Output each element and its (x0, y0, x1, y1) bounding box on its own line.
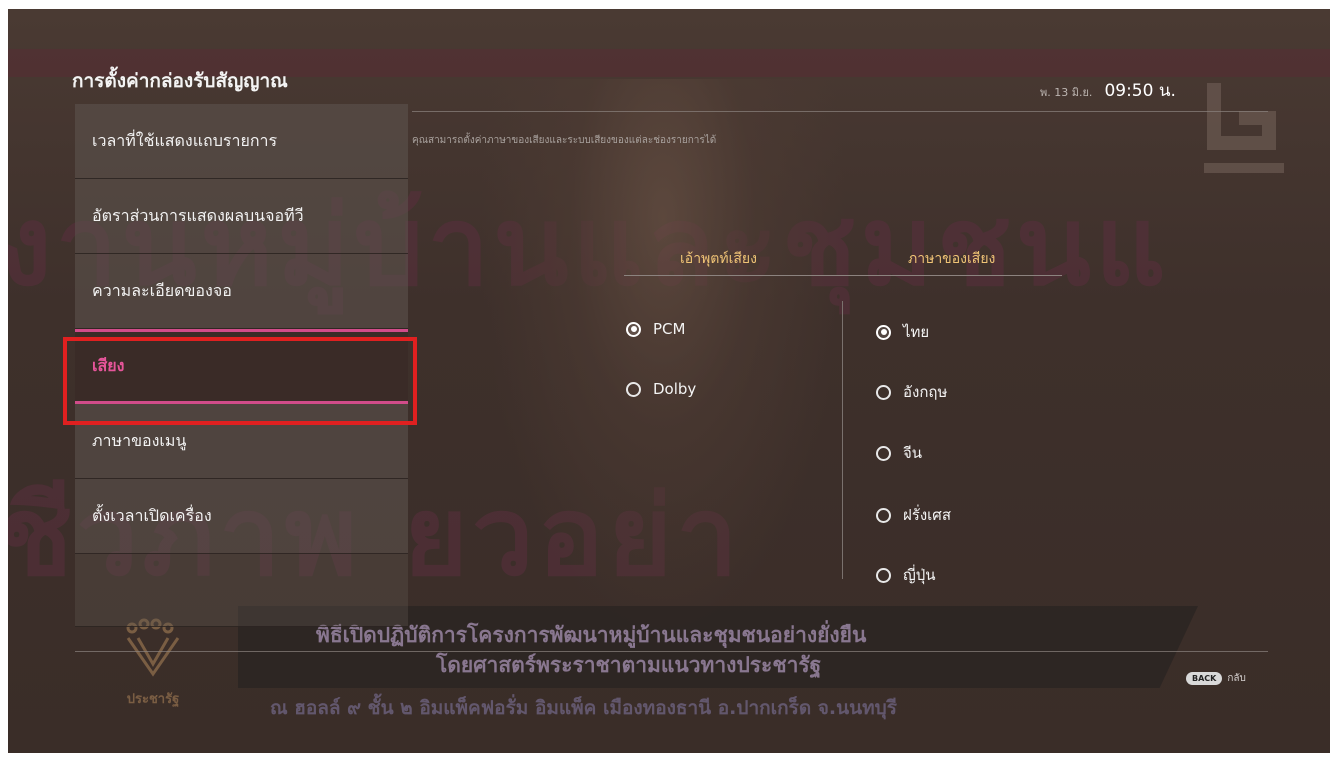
page-title: การตั้งค่ากล่องรับสัญญาณ (72, 70, 288, 92)
option-label: จีน (903, 444, 923, 462)
audio-output-option-dolby[interactable]: Dolby (626, 380, 696, 398)
menu-item-label: ตั้งเวลาเปิดเครื่อง (92, 505, 212, 525)
menu-item-audio[interactable]: เสียง (75, 329, 408, 404)
clock: พ. 13 มิ.ย. 09:50 น. (1040, 77, 1176, 104)
menu-item-power-on-timer[interactable]: ตั้งเวลาเปิดเครื่อง (75, 479, 408, 554)
menu-item-epg-time[interactable]: เวลาที่ใช้แสดงแถบรายการ (75, 104, 408, 179)
background-banner-line: โดยศาสตร์พระราชาตามแนวทางประชารัฐ (436, 653, 822, 677)
audio-language-option-thai[interactable]: ไทย (876, 320, 929, 344)
menu-item-empty (75, 554, 408, 627)
radio-unchecked-icon (876, 445, 891, 461)
settings-description: คุณสามารถตั้งค่าภาษาของเสียงและระบบเสียง… (412, 135, 717, 146)
radio-unchecked-icon (876, 384, 891, 400)
background-banner-line: ณ ฮอลล์ ๙ ชั้น ๒ อิมแพ็คฟอรั่ม อิมแพ็ค เ… (270, 697, 897, 719)
radio-checked-icon (626, 321, 641, 337)
audio-language-option-english[interactable]: อังกฤษ (876, 380, 947, 404)
clock-time: 09:50 น. (1104, 81, 1176, 101)
option-label: PCM (653, 320, 686, 338)
audio-output-header: เอ้าพุตท์เสียง (680, 251, 757, 267)
channel-logo-icon (1204, 83, 1284, 173)
menu-item-label: อัตราส่วนการแสดงผลบนจอทีวี (92, 205, 304, 225)
audio-language-option-chinese[interactable]: จีน (876, 441, 922, 465)
option-label: ฝรั่งเศส (903, 506, 951, 524)
menu-item-label: ภาษาของเมนู (92, 430, 187, 450)
option-label: Dolby (653, 380, 697, 398)
settings-menu: เวลาที่ใช้แสดงแถบรายการ อัตราส่วนการแสดง… (75, 104, 408, 627)
back-key-icon: BACK (1186, 672, 1223, 685)
menu-item-label: ความละเอียดของจอ (92, 280, 232, 300)
audio-language-option-japanese[interactable]: ญี่ปุ่น (876, 563, 936, 587)
menu-item-label: เวลาที่ใช้แสดงแถบรายการ (92, 130, 278, 150)
nbt-channel-logo (1174, 63, 1304, 183)
audio-output-option-pcm[interactable]: PCM (626, 320, 685, 338)
menu-item-aspect-ratio[interactable]: อัตราส่วนการแสดงผลบนจอทีวี (75, 179, 408, 254)
radio-unchecked-icon (626, 381, 641, 397)
back-label: กลับ (1227, 673, 1246, 684)
pracharat-logo-text: ประชารัฐ (126, 692, 180, 707)
column-header-divider (624, 275, 1062, 276)
audio-language-header: ภาษาของเสียง (908, 251, 996, 267)
menu-item-menu-language[interactable]: ภาษาของเมนู (75, 404, 408, 479)
divider (412, 111, 1268, 112)
audio-language-option-french[interactable]: ฝรั่งเศส (876, 503, 951, 527)
radio-unchecked-icon (876, 567, 891, 583)
radio-unchecked-icon (876, 507, 891, 523)
clock-date: พ. 13 มิ.ย. (1040, 86, 1093, 99)
option-label: อังกฤษ (903, 383, 948, 401)
pracharat-logo: ประชารัฐ (118, 614, 188, 714)
column-divider (842, 301, 843, 579)
option-label: ญี่ปุ่น (903, 566, 936, 584)
background-speaker-image (478, 79, 848, 639)
menu-item-label: เสียง (92, 356, 125, 375)
back-button[interactable]: BACK กลับ (1186, 671, 1246, 686)
divider (75, 651, 1268, 652)
menu-item-resolution[interactable]: ความละเอียดของจอ (75, 254, 408, 329)
option-label: ไทย (903, 323, 930, 341)
radio-checked-icon (876, 324, 891, 340)
